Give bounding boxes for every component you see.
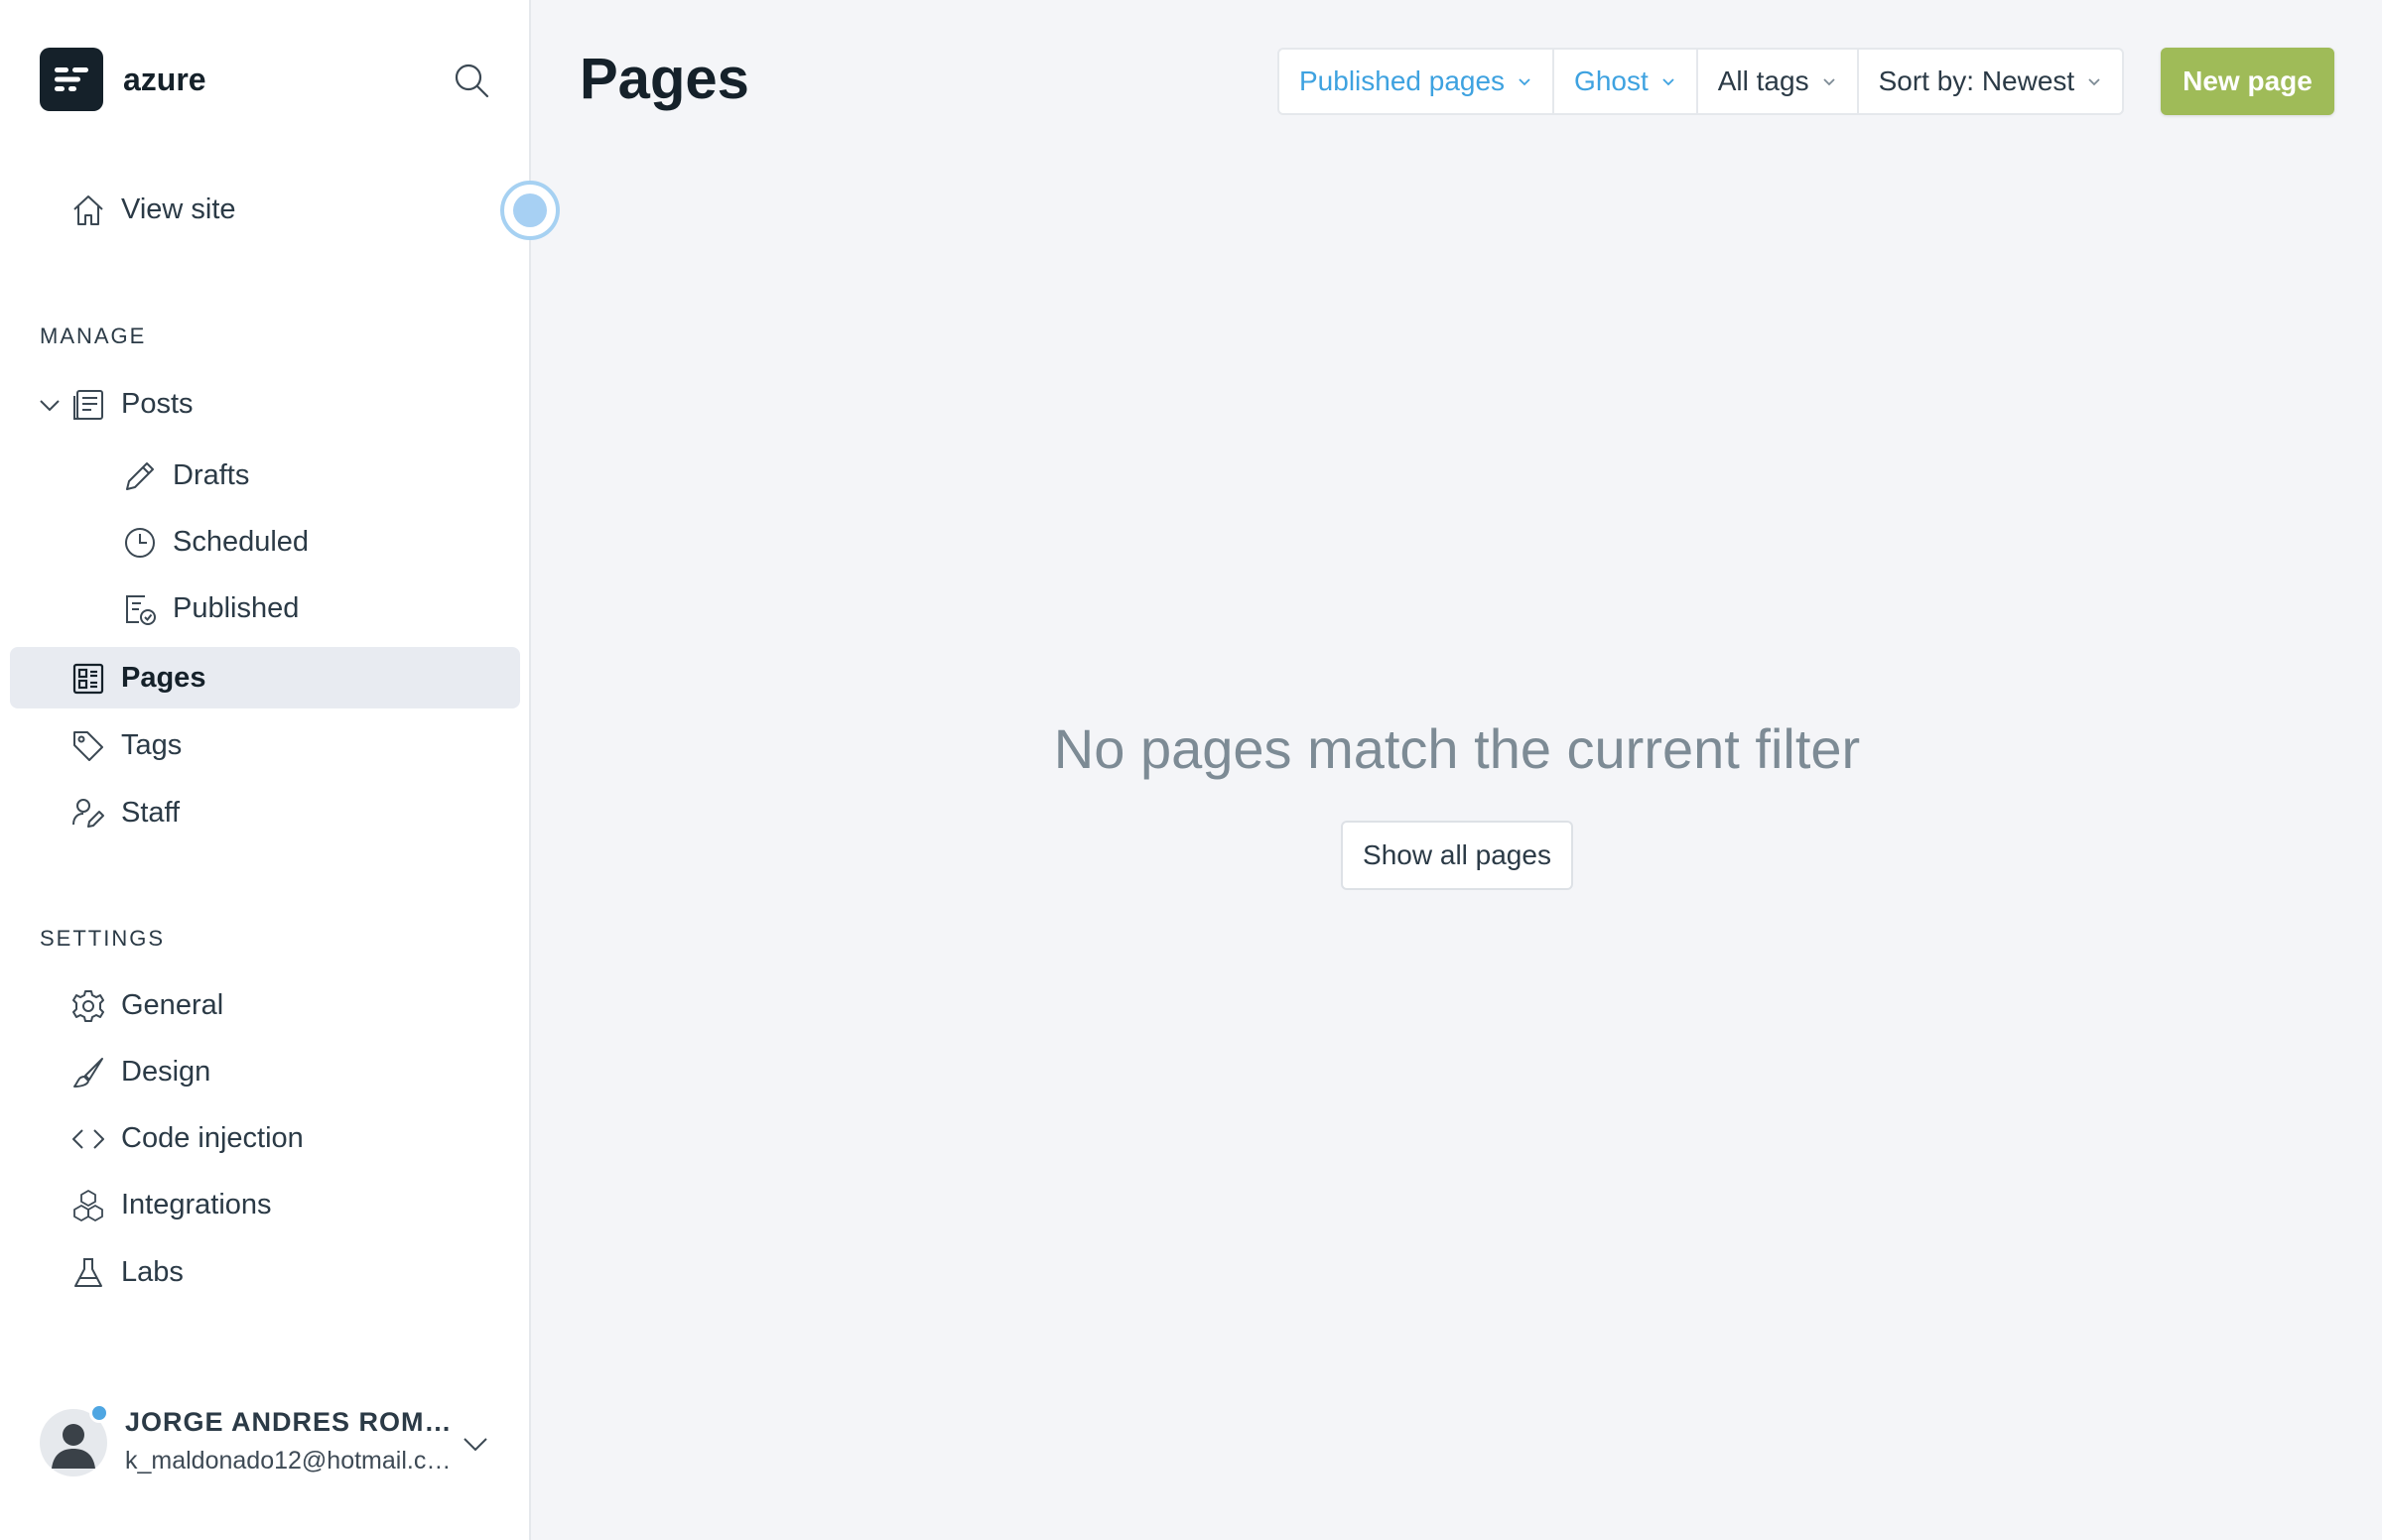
posts-icon xyxy=(71,388,105,422)
filter-tags-dropdown[interactable]: All tags xyxy=(1698,50,1859,113)
chevron-down-icon xyxy=(1662,78,1674,86)
nav-scheduled[interactable]: Scheduled xyxy=(10,511,520,573)
user-menu[interactable]: JORGE ANDRES ROMERO k_maldonado12@hotmai… xyxy=(40,1403,496,1478)
brand[interactable]: azure xyxy=(40,48,206,111)
ghost-admin-app: azure View site MANAGE Posts Drafts Sche… xyxy=(0,0,2382,1540)
chevron-down-icon xyxy=(2088,78,2100,86)
chevron-down-icon xyxy=(1519,78,1530,86)
chevron-down-icon[interactable] xyxy=(38,393,62,417)
nav-posts-label: Posts xyxy=(121,387,194,420)
filter-author-dropdown[interactable]: Ghost xyxy=(1554,50,1698,113)
nav-drafts-label: Drafts xyxy=(173,458,250,491)
nav-posts[interactable]: Posts xyxy=(10,373,520,435)
ghost-logo-icon xyxy=(40,48,103,111)
sidebar: azure View site MANAGE Posts Drafts Sche… xyxy=(0,0,531,1540)
new-page-button[interactable]: New page xyxy=(2161,48,2334,115)
nav-pages[interactable]: Pages xyxy=(10,647,520,708)
published-icon xyxy=(123,592,157,626)
home-icon xyxy=(71,193,105,227)
user-email: k_maldonado12@hotmail.com xyxy=(125,1447,453,1475)
nav-published-label: Published xyxy=(173,591,300,624)
nav-integrations-label: Integrations xyxy=(121,1188,272,1220)
chevron-down-icon xyxy=(1822,78,1835,86)
nav-design[interactable]: Design xyxy=(10,1041,520,1102)
nav-integrations[interactable]: Integrations xyxy=(10,1174,520,1235)
manage-section-title: MANAGE xyxy=(40,323,147,348)
nav-staff-label: Staff xyxy=(121,796,181,829)
empty-state-message: No pages match the current filter xyxy=(1053,717,1861,780)
filter-bar: Published pages Ghost All tags Sort by: … xyxy=(1277,48,2125,115)
pages-icon xyxy=(71,662,105,696)
nav-pages-label: Pages xyxy=(121,661,206,694)
code-icon xyxy=(71,1122,105,1156)
filter-tags-label: All tags xyxy=(1717,65,1809,96)
staff-icon xyxy=(71,797,105,831)
nav-general-label: General xyxy=(121,988,224,1021)
sort-label: Sort by: Newest xyxy=(1878,65,2075,96)
show-all-pages-button[interactable]: Show all pages xyxy=(1341,821,1573,890)
nav-published[interactable]: Published xyxy=(10,578,520,639)
nav-code-injection-label: Code injection xyxy=(121,1121,304,1154)
tag-icon xyxy=(71,729,105,763)
settings-section-title: SETTINGS xyxy=(40,926,166,951)
nav-design-label: Design xyxy=(121,1055,211,1088)
site-name: azure xyxy=(123,61,206,97)
nav-labs-label: Labs xyxy=(121,1255,184,1288)
filter-author-label: Ghost xyxy=(1574,65,1649,96)
nav-drafts[interactable]: Drafts xyxy=(10,445,520,506)
status-badge xyxy=(89,1403,109,1423)
gear-icon xyxy=(71,989,105,1023)
sidebar-resize-handle[interactable] xyxy=(500,181,560,240)
nav-tags-label: Tags xyxy=(121,728,183,761)
brush-icon xyxy=(71,1056,105,1090)
integrations-icon xyxy=(71,1189,105,1222)
user-name: JORGE ANDRES ROMERO xyxy=(125,1407,453,1437)
clock-icon xyxy=(123,526,157,560)
nav-view-site-label: View site xyxy=(121,192,236,225)
flask-icon xyxy=(71,1256,105,1290)
nav-scheduled-label: Scheduled xyxy=(173,525,310,558)
nav-labs[interactable]: Labs xyxy=(10,1241,520,1303)
nav-tags[interactable]: Tags xyxy=(10,714,520,776)
nav-general[interactable]: General xyxy=(10,974,520,1036)
chevron-down-icon[interactable] xyxy=(461,1429,490,1459)
nav-code-injection[interactable]: Code injection xyxy=(10,1107,520,1169)
sort-dropdown[interactable]: Sort by: Newest xyxy=(1859,50,2123,113)
page-title: Pages xyxy=(580,47,749,111)
search-icon[interactable] xyxy=(453,62,490,99)
nav-view-site[interactable]: View site xyxy=(10,179,520,240)
filter-type-label: Published pages xyxy=(1299,65,1506,96)
filter-type-dropdown[interactable]: Published pages xyxy=(1279,50,1555,113)
pencil-icon xyxy=(123,459,157,493)
nav-staff[interactable]: Staff xyxy=(10,782,520,843)
